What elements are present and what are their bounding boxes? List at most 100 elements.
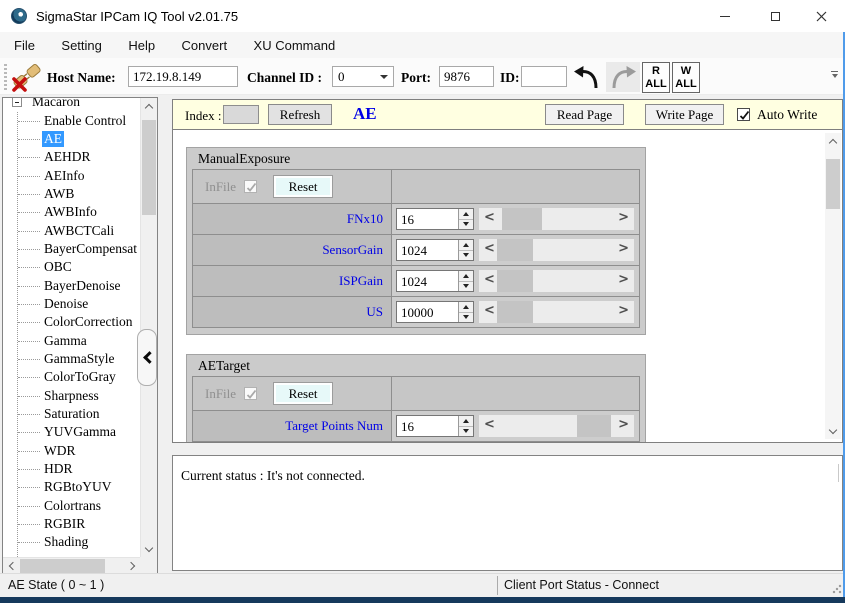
value-slider[interactable]: < >	[479, 270, 634, 292]
spin-up-icon[interactable]	[459, 302, 473, 312]
infile-checkbox[interactable]	[244, 387, 257, 400]
parameters-vertical-scrollbar[interactable]	[825, 133, 841, 439]
spin-down-icon[interactable]	[459, 250, 473, 261]
value-slider[interactable]: < >	[479, 415, 634, 437]
resize-grip[interactable]	[832, 584, 842, 594]
scrollbar-thumb[interactable]	[826, 159, 840, 209]
spinner-value[interactable]: 16	[397, 209, 458, 229]
toolbar-overflow-button[interactable]	[830, 71, 839, 78]
refresh-button[interactable]: Refresh	[268, 104, 332, 125]
tree-item-rgbir[interactable]: RGBIR	[4, 515, 140, 533]
toolbar-grip[interactable]	[4, 64, 7, 90]
spinner-buttons[interactable]	[458, 209, 473, 229]
slider-thumb[interactable]	[497, 239, 533, 261]
value-slider[interactable]: < >	[479, 208, 634, 230]
tree-item-colortrans[interactable]: Colortrans	[4, 497, 140, 515]
write-all-button[interactable]: W ALL	[672, 62, 700, 93]
close-button[interactable]	[798, 0, 844, 32]
tree-item-awb[interactable]: AWB	[4, 185, 140, 203]
spinner-buttons[interactable]	[458, 416, 473, 436]
spinner-value[interactable]: 10000	[397, 302, 458, 322]
tree-item-ae-selected[interactable]: AE	[4, 130, 140, 148]
slider-right-arrow[interactable]: >	[618, 417, 629, 432]
spin-down-icon[interactable]	[459, 312, 473, 323]
scroll-right-arrow[interactable]	[124, 558, 140, 574]
spin-up-icon[interactable]	[459, 209, 473, 219]
port-input[interactable]: 9876	[439, 66, 494, 87]
sidebar-collapse-button[interactable]	[137, 329, 157, 386]
slider-right-arrow[interactable]: >	[618, 241, 629, 256]
minimize-button[interactable]	[702, 0, 748, 32]
reset-button[interactable]: Reset	[273, 175, 333, 198]
tree-item-gamma[interactable]: Gamma	[4, 331, 140, 349]
infile-checkbox[interactable]	[244, 180, 257, 193]
spin-down-icon[interactable]	[459, 219, 473, 230]
slider-thumb[interactable]	[497, 301, 533, 323]
value-spinner[interactable]: 16	[396, 208, 474, 230]
scroll-up-arrow[interactable]	[825, 133, 841, 149]
value-slider[interactable]: < >	[479, 301, 634, 323]
tree-vertical-scrollbar[interactable]	[140, 98, 157, 557]
tree-item-enable-control[interactable]: Enable Control	[4, 111, 140, 129]
tree-item-awbinfo[interactable]: AWBInfo	[4, 203, 140, 221]
maximize-button[interactable]	[752, 0, 798, 32]
channel-id-select[interactable]: 0	[332, 66, 394, 87]
spinner-value[interactable]: 16	[397, 416, 458, 436]
undo-button[interactable]	[570, 62, 604, 92]
slider-left-arrow[interactable]: <	[484, 417, 495, 432]
spinner-value[interactable]: 1024	[397, 271, 458, 291]
spin-up-icon[interactable]	[459, 416, 473, 426]
slider-thumb[interactable]	[502, 208, 542, 230]
tree-item-colortogray[interactable]: ColorToGray	[4, 368, 140, 386]
slider-right-arrow[interactable]: >	[618, 210, 629, 225]
menu-convert[interactable]: Convert	[171, 32, 239, 58]
menu-setting[interactable]: Setting	[50, 32, 112, 58]
value-spinner[interactable]: 1024	[396, 270, 474, 292]
value-spinner[interactable]: 1024	[396, 239, 474, 261]
value-spinner[interactable]: 16	[396, 415, 474, 437]
scrollbar-thumb[interactable]	[20, 559, 105, 573]
scrollbar-thumb[interactable]	[142, 120, 156, 215]
spin-down-icon[interactable]	[459, 281, 473, 292]
menu-help[interactable]: Help	[117, 32, 166, 58]
tree-item-hdr[interactable]: HDR	[4, 460, 140, 478]
tree-item-colorcorrection[interactable]: ColorCorrection	[4, 313, 140, 331]
read-page-button[interactable]: Read Page	[545, 104, 624, 125]
tree-item-gammastyle[interactable]: GammaStyle	[4, 350, 140, 368]
slider-left-arrow[interactable]: <	[484, 210, 495, 225]
tree-item-aeinfo[interactable]: AEInfo	[4, 166, 140, 184]
id-input[interactable]	[521, 66, 567, 87]
tree-item-saturation[interactable]: Saturation	[4, 405, 140, 423]
scroll-down-arrow[interactable]	[141, 541, 157, 557]
tree-item-shading[interactable]: Shading	[4, 533, 140, 551]
spinner-buttons[interactable]	[458, 240, 473, 260]
collapse-minus-icon[interactable]	[12, 98, 22, 107]
tree-item-bayercompensat[interactable]: BayerCompensat	[4, 240, 140, 258]
redo-button[interactable]	[606, 62, 640, 92]
host-name-input[interactable]: 172.19.8.149	[128, 66, 238, 87]
disconnect-button[interactable]	[9, 62, 45, 92]
tree-item-sharpness[interactable]: Sharpness	[4, 387, 140, 405]
menu-file[interactable]: File	[3, 32, 46, 58]
slider-right-arrow[interactable]: >	[618, 303, 629, 318]
slider-left-arrow[interactable]: <	[484, 272, 495, 287]
menu-xu-command[interactable]: XU Command	[243, 32, 347, 58]
spin-down-icon[interactable]	[459, 426, 473, 437]
spinner-buttons[interactable]	[458, 271, 473, 291]
tree-item-rgbtoyuv[interactable]: RGBtoYUV	[4, 478, 140, 496]
slider-thumb[interactable]	[497, 270, 533, 292]
tree-item-wdr[interactable]: WDR	[4, 442, 140, 460]
tree-horizontal-scrollbar[interactable]	[3, 557, 140, 574]
slider-thumb[interactable]	[577, 415, 611, 437]
value-slider[interactable]: < >	[479, 239, 634, 261]
index-input[interactable]	[223, 105, 259, 124]
slider-left-arrow[interactable]: <	[484, 241, 495, 256]
read-all-button[interactable]: R ALL	[642, 62, 670, 93]
tree-item-yuvgamma[interactable]: YUVGamma	[4, 423, 140, 441]
slider-left-arrow[interactable]: <	[484, 303, 495, 318]
tree-item-bayerdenoise[interactable]: BayerDenoise	[4, 276, 140, 294]
spinner-buttons[interactable]	[458, 302, 473, 322]
tree-item-aehdr[interactable]: AEHDR	[4, 148, 140, 166]
auto-write-checkbox[interactable]	[737, 108, 750, 121]
spin-up-icon[interactable]	[459, 240, 473, 250]
